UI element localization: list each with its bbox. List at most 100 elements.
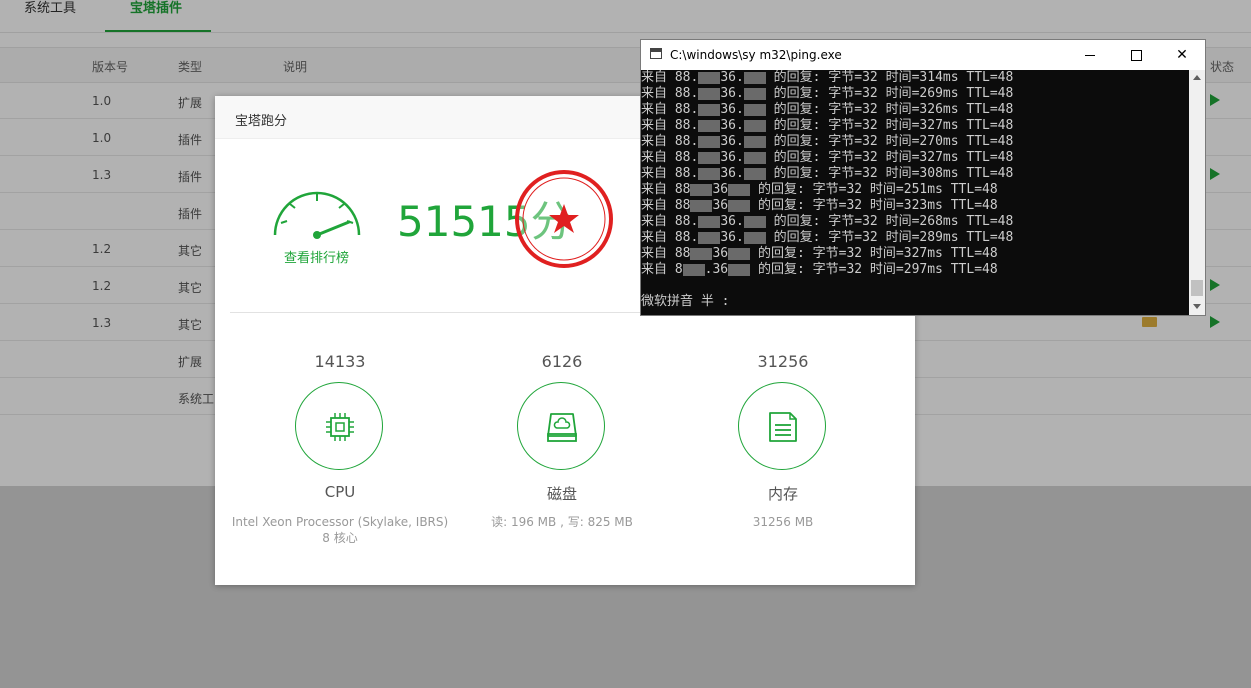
reply-ip-part: .36 bbox=[704, 262, 729, 277]
redacted-block bbox=[690, 247, 713, 260]
reply-prefix: 来自 88. bbox=[641, 118, 699, 133]
console-title-bar[interactable]: C:\windows\sy m32\ping.exe ✕ bbox=[641, 40, 1205, 70]
cpu-ring bbox=[295, 382, 383, 470]
disk-label: 磁盘 bbox=[546, 485, 577, 503]
reply-detail: 的回复: 字节=32 时间=327ms TTL=48 bbox=[765, 118, 1014, 133]
reply-ip-part: 36. bbox=[720, 230, 744, 245]
redacted-block bbox=[698, 135, 721, 148]
console-output[interactable]: 来自 88. 36. 的回复: 字节=32 时间=314ms TTL=48 来自 8… bbox=[641, 70, 1189, 315]
redacted-block bbox=[698, 215, 721, 228]
redacted-block bbox=[743, 103, 766, 116]
reply-prefix: 来自 88. bbox=[641, 230, 699, 245]
ping-reply-line: 来自 88. 36. 的回复: 字节=32 时间=289ms TTL=48 bbox=[641, 230, 1013, 246]
reply-detail: 的回复: 字节=32 时间=297ms TTL=48 bbox=[750, 262, 998, 277]
ping-reply-line: 来自 8 .36 的回复: 字节=32 时间=297ms TTL=48 bbox=[641, 262, 998, 278]
ping-reply-line: 来自 88. 36. 的回复: 字节=32 时间=269ms TTL=48 bbox=[641, 86, 1013, 102]
cpu-label: CPU bbox=[324, 483, 356, 501]
scroll-thumb[interactable] bbox=[1191, 280, 1203, 296]
reply-ip-part: 36 bbox=[712, 182, 729, 197]
disk-io-speed: 读: 196 MB , 写: 825 MB bbox=[491, 515, 633, 529]
reply-ip-part: 36. bbox=[720, 102, 744, 117]
redacted-block bbox=[698, 119, 721, 132]
ping-reply-line: 来自 88. 36. 的回复: 字节=32 时间=327ms TTL=48 bbox=[641, 150, 1013, 166]
reply-ip-part: 36. bbox=[720, 86, 744, 101]
redacted-block bbox=[728, 247, 751, 260]
ping-reply-line: 来自 88. 36. 的回复: 字节=32 时间=326ms TTL=48 bbox=[641, 102, 1013, 118]
reply-prefix: 来自 88. bbox=[641, 102, 699, 117]
disk-score: 6126 bbox=[541, 352, 583, 371]
console-scrollbar[interactable] bbox=[1189, 70, 1205, 315]
close-button[interactable]: ✕ bbox=[1159, 40, 1205, 70]
reply-ip-part: 36 bbox=[712, 198, 729, 213]
redacted-block bbox=[743, 135, 766, 148]
reply-prefix: 来自 88 bbox=[641, 246, 691, 261]
scroll-down-arrow-icon[interactable] bbox=[1193, 304, 1201, 309]
redacted-block bbox=[698, 103, 721, 116]
reply-detail: 的回复: 字节=32 时间=289ms TTL=48 bbox=[765, 230, 1014, 245]
reply-detail: 的回复: 字节=32 时间=270ms TTL=48 bbox=[765, 134, 1014, 149]
redacted-block bbox=[698, 71, 721, 84]
ime-status-line: 微软拼音 半 : bbox=[641, 294, 730, 309]
reply-detail: 的回复: 字节=32 时间=327ms TTL=48 bbox=[750, 246, 998, 261]
redacted-block bbox=[743, 87, 766, 100]
scroll-up-arrow-icon[interactable] bbox=[1193, 75, 1201, 80]
ping-reply-line: 来自 88 36 的回复: 字节=32 时间=323ms TTL=48 bbox=[641, 198, 998, 214]
redacted-block bbox=[728, 199, 751, 212]
minimize-icon bbox=[1085, 55, 1095, 56]
reply-prefix: 来自 88. bbox=[641, 70, 699, 85]
maximize-icon bbox=[1131, 50, 1142, 61]
console-app-icon[interactable] bbox=[650, 48, 662, 59]
redacted-block bbox=[682, 263, 705, 276]
close-icon: ✕ bbox=[1176, 47, 1188, 63]
disk-icon bbox=[547, 413, 577, 442]
reply-prefix: 来自 88. bbox=[641, 150, 699, 165]
reply-detail: 的回复: 字节=32 时间=323ms TTL=48 bbox=[750, 198, 998, 213]
redacted-block bbox=[698, 87, 721, 100]
ping-reply-line: 来自 88 36 的回复: 字节=32 时间=327ms TTL=48 bbox=[641, 246, 998, 262]
reply-prefix: 来自 88 bbox=[641, 198, 691, 213]
reply-detail: 的回复: 字节=32 时间=326ms TTL=48 bbox=[765, 102, 1014, 117]
reply-prefix: 来自 88. bbox=[641, 86, 699, 101]
speedometer-icon[interactable] bbox=[269, 181, 365, 241]
redacted-block bbox=[690, 183, 713, 196]
reply-prefix: 来自 8 bbox=[641, 262, 683, 277]
console-title: C:\windows\sy m32\ping.exe bbox=[670, 48, 842, 62]
reply-ip-part: 36 bbox=[712, 246, 729, 261]
reply-detail: 的回复: 字节=32 时间=314ms TTL=48 bbox=[765, 70, 1014, 85]
ping-reply-line: 来自 88. 36. 的回复: 字节=32 时间=308ms TTL=48 bbox=[641, 166, 1013, 182]
ping-reply-line: 来自 88 36 的回复: 字节=32 时间=251ms TTL=48 bbox=[641, 182, 998, 198]
redacted-block bbox=[698, 151, 721, 164]
redacted-block bbox=[743, 71, 766, 84]
ping-reply-line: 来自 88. 36. 的回复: 字节=32 时间=314ms TTL=48 bbox=[641, 70, 1013, 86]
cpu-icon bbox=[326, 413, 354, 441]
disk-ring bbox=[517, 382, 605, 470]
redacted-block bbox=[728, 183, 751, 196]
cpu-score: 14133 bbox=[314, 352, 366, 371]
redacted-block bbox=[690, 199, 713, 212]
redacted-block bbox=[743, 119, 766, 132]
score-value: 51515 bbox=[397, 197, 531, 246]
ping-reply-line: 来自 88. 36. 的回复: 字节=32 时间=327ms TTL=48 bbox=[641, 118, 1013, 134]
view-ranking-link[interactable]: 查看排行榜 bbox=[284, 247, 349, 266]
redacted-block bbox=[743, 151, 766, 164]
cpu-description: Intel Xeon Processor (Skylake, IBRS) 8 核… bbox=[225, 514, 455, 546]
redacted-block bbox=[743, 231, 766, 244]
redacted-block bbox=[698, 231, 721, 244]
redacted-block bbox=[743, 167, 766, 180]
dialog-title: 宝塔跑分 bbox=[235, 114, 288, 129]
ping-console-window[interactable]: C:\windows\sy m32\ping.exe ✕ 来自 88. 36. 的… bbox=[640, 39, 1206, 316]
cpu-model: Intel Xeon Processor (Skylake, IBRS) bbox=[231, 515, 449, 529]
reply-prefix: 来自 88 bbox=[641, 182, 691, 197]
minimize-button[interactable] bbox=[1067, 40, 1113, 70]
redacted-block bbox=[728, 263, 751, 276]
reply-ip-part: 36. bbox=[720, 134, 744, 149]
memory-ring bbox=[738, 382, 826, 470]
maximize-button[interactable] bbox=[1113, 40, 1159, 70]
reply-detail: 的回复: 字节=32 时间=251ms TTL=48 bbox=[750, 182, 998, 197]
reply-prefix: 来自 88. bbox=[641, 166, 699, 181]
reply-ip-part: 36. bbox=[720, 214, 744, 229]
reply-detail: 的回复: 字节=32 时间=268ms TTL=48 bbox=[765, 214, 1014, 229]
memory-icon bbox=[769, 412, 797, 442]
reply-ip-part: 36. bbox=[720, 150, 744, 165]
reply-ip-part: 36. bbox=[720, 166, 744, 181]
